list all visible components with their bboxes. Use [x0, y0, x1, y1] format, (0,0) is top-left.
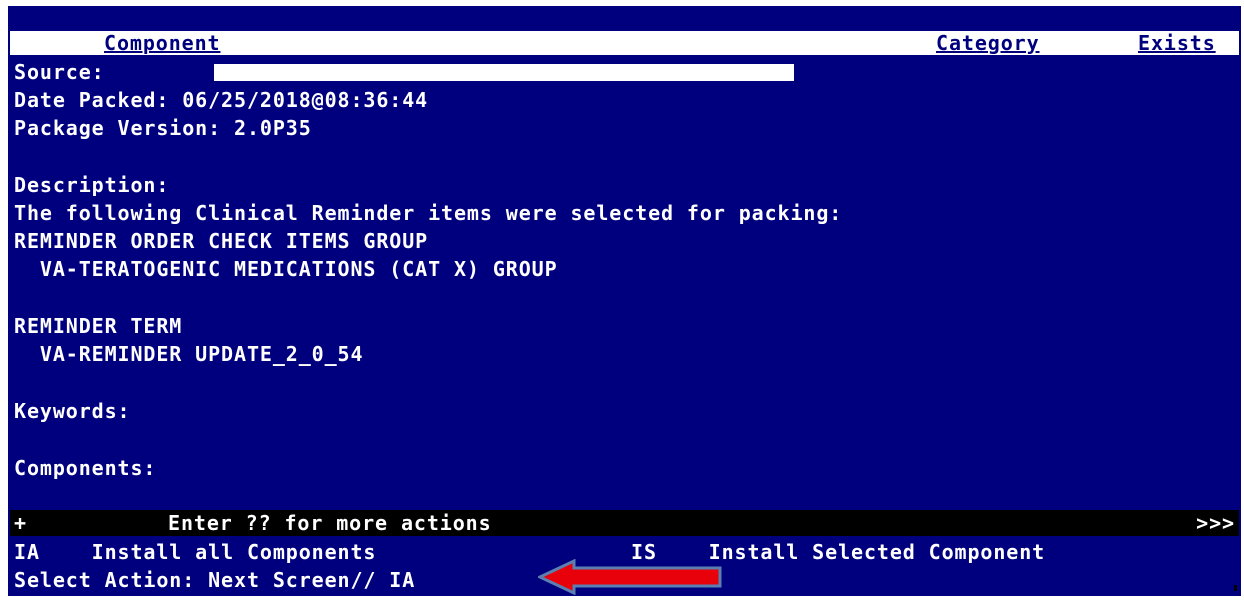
- action-label: Install all Components: [91, 540, 377, 564]
- more-actions-bar: + Enter ?? for more actions >>>: [10, 510, 1239, 536]
- plus-indicator: +: [14, 511, 27, 535]
- terminal-screen: Component Category Exists Source: Date P…: [8, 6, 1241, 596]
- cursor-mark: [1234, 585, 1237, 591]
- components-label: Components:: [14, 456, 157, 480]
- group-heading: REMINDER ORDER CHECK ITEMS GROUP: [14, 229, 429, 253]
- description-text: The following Clinical Reminder items we…: [14, 201, 843, 225]
- package-version-line: Package Version: 2.0P35: [14, 116, 312, 140]
- source-value-field: [214, 64, 794, 81]
- date-packed-line: Date Packed: 06/25/2018@08:36:44: [14, 88, 429, 112]
- action-label: Install Selected Component: [708, 540, 1046, 564]
- action-code: IA: [14, 540, 40, 564]
- more-actions-hint: Enter ?? for more actions: [168, 511, 492, 535]
- left-arrow-icon: [538, 559, 722, 595]
- column-header-exists: Exists: [1138, 31, 1216, 55]
- description-label: Description:: [14, 173, 170, 197]
- term-item: VA-REMINDER UPDATE_2_0_54: [14, 342, 364, 366]
- select-action-prompt[interactable]: Select Action: Next Screen// IA: [14, 568, 415, 592]
- action-install-all[interactable]: IA Install all Components: [14, 540, 376, 564]
- source-label: Source:: [14, 60, 105, 84]
- column-header-component: Component: [104, 31, 221, 55]
- more-indicator: >>>: [1196, 511, 1235, 535]
- keywords-label: Keywords:: [14, 399, 131, 423]
- column-header-category: Category: [936, 31, 1040, 55]
- column-header-bar: Component Category Exists: [10, 31, 1239, 57]
- group-item: VA-TERATOGENIC MEDICATIONS (CAT X) GROUP: [14, 257, 558, 281]
- term-heading: REMINDER TERM: [14, 314, 183, 338]
